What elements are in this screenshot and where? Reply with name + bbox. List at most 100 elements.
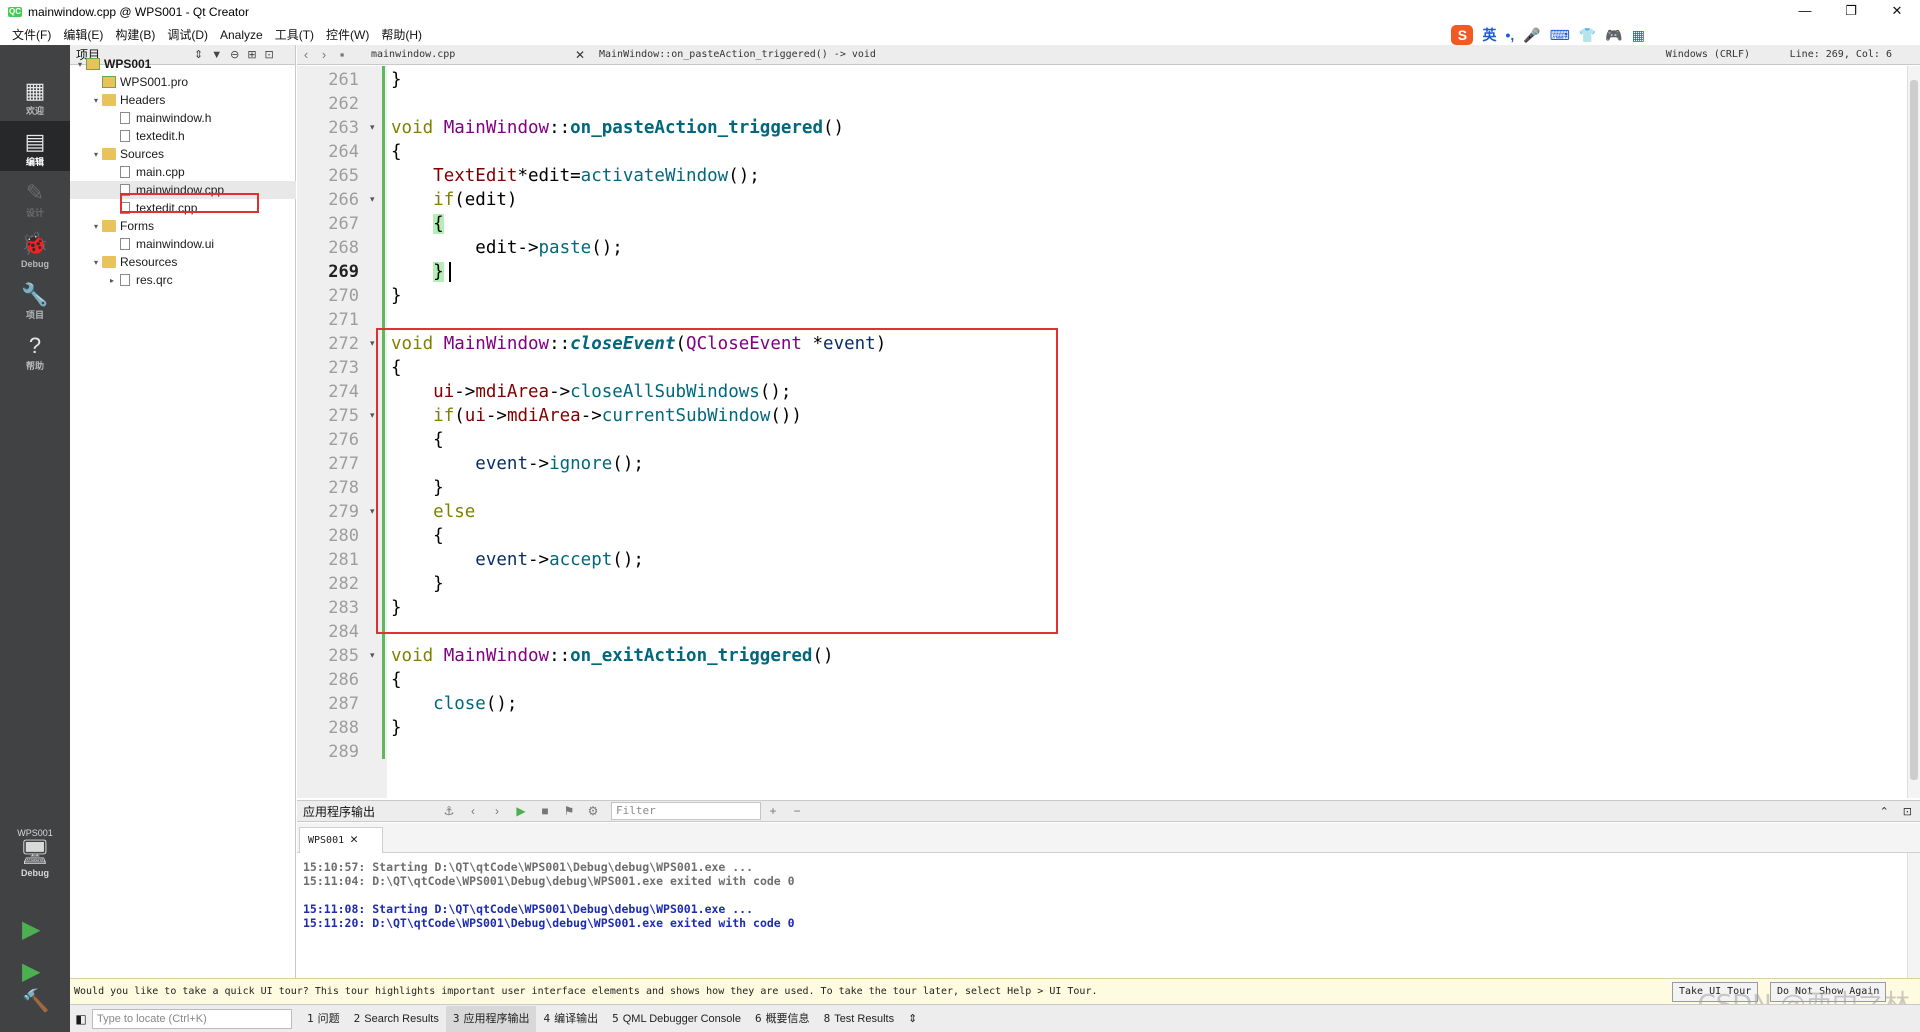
pane-button[interactable]: 4 编译输出 [536,1006,605,1032]
ime-language-toggle[interactable]: 英 [1482,25,1496,45]
menu-help[interactable]: 帮助(H) [375,26,428,43]
sogou-ime-logo-icon[interactable]: S [1451,25,1474,45]
restore-button[interactable]: ❐ [1828,0,1874,24]
mode-label: 项目 [25,310,44,320]
fold-arrow-icon[interactable]: ▾ [370,650,375,661]
expand-arrow-icon[interactable]: ▾ [90,222,102,231]
expand-arrow-icon[interactable]: ▾ [90,96,102,105]
menu-tools[interactable]: 工具(T) [269,26,320,43]
mode-projects[interactable]: 🔧 项目 [0,274,70,324]
pane-button[interactable]: 3 应用程序输出 [445,1005,537,1032]
attach-icon[interactable]: ⚓ [437,804,461,818]
menu-build[interactable]: 构建(B) [109,26,161,43]
tree-item[interactable]: mainwindow.ui [70,235,296,253]
tree-item[interactable]: mainwindow.h [70,109,296,127]
ime-punctuation-icon[interactable]: •, [1505,27,1514,43]
menu-edit[interactable]: 编辑(E) [57,26,109,43]
line-number: 277 [328,454,359,474]
back-icon[interactable]: ‹ [297,47,315,62]
mode-edit[interactable]: ▤ 编辑 [0,121,70,171]
tree-item-label: mainwindow.h [136,111,212,125]
locator-input[interactable]: Type to locate (Ctrl+K) [92,1008,292,1029]
pane-button[interactable]: 2 Search Results [347,1006,446,1032]
mode-welcome[interactable]: ▦ 欢迎 [0,70,70,120]
folder-icon [102,220,116,232]
editor-toolbar: ‹ › ▪ mainwindow.cpp ✕ MainWindow::on_pa… [297,45,1920,65]
menu-analyze[interactable]: Analyze [214,28,269,42]
pane-button-label: QML Debugger Console [622,1012,741,1025]
ime-skin-icon[interactable]: 👕 [1579,27,1596,44]
file-icon [120,166,130,178]
fold-arrow-icon[interactable]: ▾ [370,506,375,517]
menu-debug[interactable]: 调试(D) [161,26,214,43]
line-number: 288 [328,718,359,738]
fold-arrow-icon[interactable]: ▾ [370,122,375,133]
pane-button-label: 概要信息 [765,1012,810,1025]
ime-toolbox-icon[interactable]: ▦ [1632,27,1645,44]
mode-design[interactable]: ✎ 设计 [0,172,70,222]
rerun-icon[interactable]: ▶ [509,804,533,818]
code-line: void MainWindow::on_pasteAction_triggere… [391,118,845,138]
file-icon [120,112,130,124]
zoom-out-icon[interactable]: − [785,804,809,818]
scrollbar-thumb[interactable] [1910,80,1918,780]
mode-help[interactable]: ? 帮助 [0,325,70,375]
tree-item[interactable]: ▾ WPS001 [70,55,296,73]
zoom-in-icon[interactable]: + [761,804,785,818]
menu-file[interactable]: 文件(F) [6,26,57,43]
menu-widgets[interactable]: 控件(W) [320,26,375,43]
output-filter-input[interactable]: Filter [611,802,761,820]
next-icon[interactable]: › [485,804,509,818]
more-panes-icon[interactable]: ⇕ [901,1006,924,1032]
output-scrollbar[interactable] [1907,853,1920,978]
tree-item[interactable]: ▸ res.qrc [70,271,296,289]
function-selector[interactable]: MainWindow::on_pasteAction_triggered() -… [599,49,1599,60]
maximize-pane-icon[interactable]: ⌃ [1880,805,1889,818]
forward-icon[interactable]: › [315,47,333,62]
ime-keyboard-icon[interactable]: ⌨ [1550,27,1570,44]
editor-scrollbar[interactable] [1907,66,1920,798]
close-document-icon[interactable]: ✕ [571,48,589,62]
pane-button[interactable]: 5 QML Debugger Console [605,1006,748,1032]
line-ending-selector[interactable]: Windows (CRLF) [1666,49,1750,60]
close-button[interactable]: ✕ [1874,0,1920,24]
document-selector[interactable]: mainwindow.cpp [371,49,571,60]
expand-arrow-icon[interactable]: ▾ [90,150,102,159]
debug-icon[interactable]: ⚑ [557,804,581,818]
fold-arrow-icon[interactable]: ▾ [370,194,375,205]
cursor-position[interactable]: Line: 269, Col: 6 [1790,49,1892,60]
prev-icon[interactable]: ‹ [461,804,485,818]
toggle-sidebar-icon[interactable]: ◧ [70,1012,92,1026]
close-tab-icon[interactable]: ✕ [350,832,358,847]
expand-arrow-icon[interactable]: ▸ [106,276,118,285]
tree-item[interactable]: ▾ Forms [70,217,296,235]
minimize-button[interactable]: — [1782,0,1828,24]
expand-arrow-icon[interactable]: ▾ [74,60,86,69]
close-pane-icon[interactable]: ⊡ [1903,805,1912,818]
tree-item[interactable]: ▾ Resources [70,253,296,271]
pane-button[interactable]: 8 Test Results [817,1006,902,1032]
pane-button[interactable]: 1 问题 [300,1006,347,1032]
stop-icon[interactable]: ■ [533,804,557,818]
output-line: 15:10:57: Starting D:\QT\qtCode\WPS001\D… [303,860,754,874]
output-tab-label: WPS001 [308,835,345,846]
kit-selector[interactable]: WPS001 🖥 Debug [0,828,70,878]
ime-game-icon[interactable]: 🎮 [1605,27,1622,44]
fold-arrow-icon[interactable]: ▾ [370,338,375,349]
hammer-icon[interactable]: 🔨 [22,988,49,1014]
ime-voice-icon[interactable]: 🎤 [1523,27,1540,44]
mode-debug[interactable]: 🐞 Debug [0,223,70,273]
tree-item[interactable]: ▾ Headers [70,91,296,109]
output-tab-wps001[interactable]: WPS001 ✕ [299,827,383,853]
fold-arrow-icon[interactable]: ▾ [370,410,375,421]
tree-item[interactable]: WPS001.pro [70,73,296,91]
run-icon[interactable]: ▶ [22,916,40,944]
expand-arrow-icon[interactable]: ▾ [90,258,102,267]
debug-run-icon[interactable]: ▶ [22,958,40,986]
settings-icon[interactable]: ⚙ [581,804,605,818]
tree-item[interactable]: textedit.h [70,127,296,145]
tree-item[interactable]: ▾ Sources [70,145,296,163]
tree-item[interactable]: main.cpp [70,163,296,181]
pane-button[interactable]: 6 概要信息 [748,1006,817,1032]
closeevent-highlight-outline [376,328,1058,634]
